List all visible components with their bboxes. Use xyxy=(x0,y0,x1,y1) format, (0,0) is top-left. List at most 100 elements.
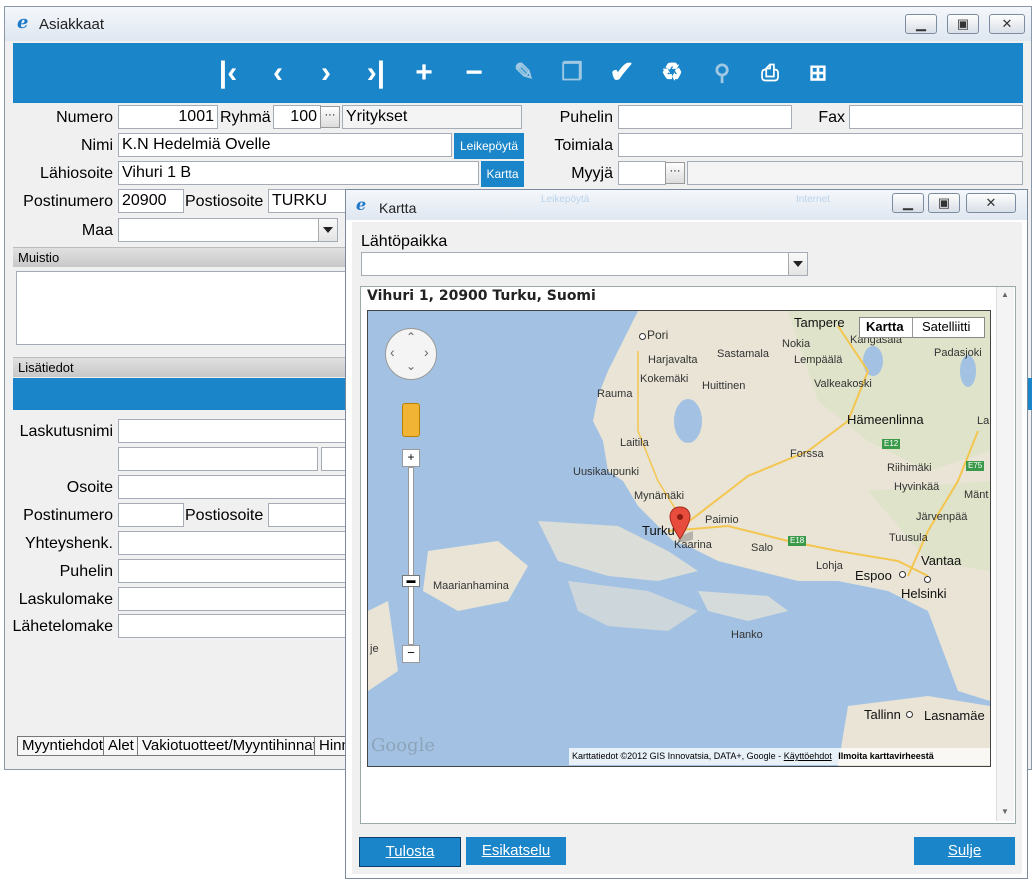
esikatselu-label: Esikatselu xyxy=(481,842,551,859)
search-flashlight-icon[interactable]: ⚲ xyxy=(703,55,741,91)
yhteyshenk-label: Yhteyshenk. xyxy=(24,535,113,552)
myyja-input[interactable] xyxy=(618,161,666,185)
tab-vakiotuotteet[interactable]: Vakiotuotteet/Myyntihinnat xyxy=(137,736,317,756)
city-paimio: Paimio xyxy=(705,514,739,526)
zoom-slider-track[interactable] xyxy=(408,467,414,645)
toimiala-input[interactable] xyxy=(618,133,1023,157)
lake-1 xyxy=(674,399,702,443)
lahetelomake-input[interactable] xyxy=(118,614,348,638)
city-nokia: Nokia xyxy=(782,338,811,350)
numero-input[interactable]: 1001 xyxy=(118,105,218,129)
map-attribution-bar: Karttatiedot ©2012 GIS Innovatsia, DATA+… xyxy=(569,748,990,765)
muistio-textarea[interactable] xyxy=(16,271,348,345)
pan-up-icon[interactable]: ⌃ xyxy=(406,330,416,344)
copy-icon[interactable]: ❐ xyxy=(553,55,591,91)
add-record-icon[interactable]: + xyxy=(405,55,443,91)
first-record-icon[interactable]: |‹ xyxy=(209,55,247,91)
street-view-pegman-icon[interactable] xyxy=(402,403,420,437)
report-error-link[interactable]: Ilmoita karttavirheestä xyxy=(838,751,934,761)
muistio-section-header: Muistio xyxy=(13,247,348,267)
next-record-icon[interactable]: › xyxy=(307,55,345,91)
scroll-down-icon[interactable]: ▼ xyxy=(1001,807,1009,816)
osoite-input[interactable] xyxy=(118,475,348,499)
lahtopaikka-label: Lähtöpaikka xyxy=(361,233,448,250)
laskutusnimi-3-input[interactable] xyxy=(321,447,348,471)
map-scrollbar[interactable]: ▲ ▼ xyxy=(996,287,1014,821)
leikepoyta-button[interactable]: Leikepöytä xyxy=(454,133,524,159)
save-check-icon[interactable]: ✔ xyxy=(603,55,641,91)
nimi-label: Nimi xyxy=(81,137,113,154)
export-office-icon[interactable]: ⊞ xyxy=(799,55,837,91)
close-icon: ✕ xyxy=(1001,16,1013,31)
maa-select[interactable] xyxy=(118,218,338,242)
lisa-postinumero-input[interactable] xyxy=(118,503,184,527)
map-type-kartta[interactable]: Kartta xyxy=(866,319,904,334)
terms-link[interactable]: Käyttöehdot xyxy=(784,751,832,761)
nimi-input[interactable]: K.N Hedelmiä Ovelle xyxy=(118,133,452,157)
delete-record-icon[interactable]: − xyxy=(455,55,493,91)
sulje-button[interactable]: Sulje xyxy=(914,837,1015,865)
postiosoite-input[interactable]: TURKU xyxy=(268,189,348,213)
city-riihimaki: Riihimäki xyxy=(887,462,932,474)
recycle-bin-icon[interactable]: ♻ xyxy=(653,55,691,91)
pan-left-icon[interactable]: ‹ xyxy=(390,344,395,360)
zoom-out-button[interactable]: − xyxy=(402,645,420,663)
numero-label: Numero xyxy=(56,109,113,126)
map-type-satelliitti[interactable]: Satelliitti xyxy=(922,319,970,334)
map-close-button[interactable]: ✕ xyxy=(966,193,1016,213)
city-hyvinkaa: Hyvinkää xyxy=(894,481,940,493)
print-icon[interactable]: ⎙ xyxy=(751,55,789,91)
yhteyshenk-input[interactable] xyxy=(118,531,348,555)
ryhma-lookup-button[interactable]: ··· xyxy=(320,106,340,128)
pan-right-icon[interactable]: › xyxy=(424,344,429,360)
close-button[interactable]: ✕ xyxy=(989,14,1025,34)
ryhma-input[interactable]: 100 xyxy=(273,105,321,129)
laskutusnimi-2-input[interactable] xyxy=(118,447,318,471)
map-dialog: e Kartta Leikepöytä Internet ▁ ▣ ✕ Lähtö… xyxy=(345,189,1028,879)
map-dialog-title: Kartta xyxy=(379,200,417,216)
postiosoite-label: Postiosoite xyxy=(185,193,264,210)
minimize-button[interactable]: ▁ xyxy=(905,14,937,34)
zoom-slider-handle[interactable]: ▬ xyxy=(402,575,420,587)
lake-3 xyxy=(960,355,976,387)
city-valkeakoski: Valkeakoski xyxy=(814,378,872,390)
myyja-lookup-button[interactable]: ··· xyxy=(665,162,685,184)
map-maximize-button[interactable]: ▣ xyxy=(928,193,960,213)
city-tuusula: Tuusula xyxy=(889,532,928,544)
esikatselu-button[interactable]: Esikatselu xyxy=(466,837,566,865)
kartta-button[interactable]: Kartta xyxy=(481,161,524,187)
tab-alet[interactable]: Alet xyxy=(103,736,138,756)
laskutusnimi-input[interactable] xyxy=(118,419,348,443)
record-toolbar: |‹ ‹ › ›| + − ✎ ❐ ✔ ♻ ⚲ ⎙ ⊞ xyxy=(13,43,1023,103)
city-je: je xyxy=(370,643,379,655)
google-map[interactable]: Pori Tampere Nokia Kangasala Harjavalta … xyxy=(367,310,991,767)
scroll-up-icon[interactable]: ▲ xyxy=(1001,290,1009,299)
maximize-button[interactable]: ▣ xyxy=(947,14,979,34)
tulosta-button[interactable]: Tulosta xyxy=(359,837,461,867)
edit-pencil-icon[interactable]: ✎ xyxy=(505,55,543,91)
minimize-icon: ▁ xyxy=(916,16,926,31)
laskulomake-input[interactable] xyxy=(118,587,348,611)
map-address-heading: Vihuri 1, 20900 Turku, Suomi xyxy=(367,288,596,304)
lisa-postiosoite-input[interactable] xyxy=(268,503,348,527)
city-lasnamae: Lasnamäe xyxy=(924,708,985,723)
ryhma-name-field: Yritykset xyxy=(342,105,522,129)
lisa-puhelin-input[interactable] xyxy=(118,559,348,583)
city-uusikaupunki: Uusikaupunki xyxy=(573,466,640,478)
tab-myyntiehdot[interactable]: Myyntiehdot xyxy=(17,736,104,756)
archipelago-2 xyxy=(568,581,698,631)
city-maarianhamina: Maarianhamina xyxy=(433,580,509,592)
map-pan-control[interactable]: ⌃ ‹ › ⌄ xyxy=(385,328,437,380)
pan-down-icon[interactable]: ⌄ xyxy=(406,359,416,373)
puhelin-input[interactable] xyxy=(618,105,792,129)
lahiosoite-input[interactable]: Vihuri 1 B xyxy=(118,161,479,185)
bg-hint-leikepoyta: Leikepöytä xyxy=(541,194,590,205)
postinumero-input[interactable]: 20900 xyxy=(118,189,184,213)
myyja-label: Myyjä xyxy=(571,165,613,182)
fax-input[interactable] xyxy=(849,105,1023,129)
lahtopaikka-select[interactable] xyxy=(361,252,808,276)
previous-record-icon[interactable]: ‹ xyxy=(259,55,297,91)
last-record-icon[interactable]: ›| xyxy=(357,55,395,91)
map-minimize-button[interactable]: ▁ xyxy=(892,193,924,213)
zoom-in-button[interactable]: + xyxy=(402,449,420,467)
